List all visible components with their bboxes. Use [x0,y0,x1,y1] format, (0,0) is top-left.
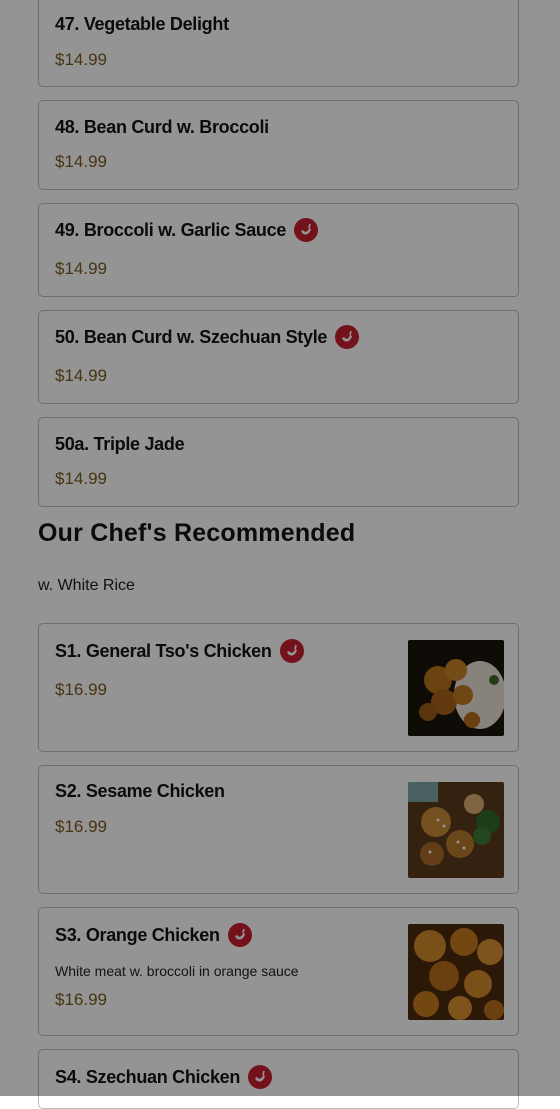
item-name: 49. Broccoli w. Garlic Sauce [55,218,319,242]
spicy-pepper-icon [227,923,252,947]
item-price: $16.99 [55,817,107,836]
general-tsos-chicken-photo[interactable] [408,640,504,736]
item-name-text: S2. Sesame Chicken [55,781,225,801]
item-name-text: S1. General Tso's Chicken [55,640,272,661]
item-name-text: S3. Orange Chicken [55,924,220,945]
item-name: 47. Vegetable Delight [55,14,229,34]
item-price: $14.99 [55,50,107,69]
menu-item-card[interactable]: 47. Vegetable Delight $14.99 [38,0,519,87]
item-name-text: 48. Bean Curd w. Broccoli [55,117,269,137]
spicy-pepper-icon [294,218,319,242]
menu-item-card[interactable]: 50a. Triple Jade $14.99 [38,417,519,507]
section-title: Our Chef's Recommended [38,519,356,547]
item-name: 50a. Triple Jade [55,434,185,455]
menu-item-card[interactable]: S4. Szechuan Chicken [38,1049,519,1109]
menu-item-card[interactable]: 49. Broccoli w. Garlic Sauce $14.99 [38,203,519,297]
menu-page: 47. Vegetable Delight $14.99 48. Bean Cu… [0,0,560,1109]
item-name: S4. Szechuan Chicken [55,1065,273,1089]
spicy-pepper-icon [248,1065,273,1089]
item-price: $14.99 [55,469,107,488]
item-price: $14.99 [55,152,107,171]
menu-item-card[interactable]: S3. Orange Chicken White meat w. broccol… [38,907,519,1036]
item-name-text: 50. Bean Curd w. Szechuan Style [55,326,328,347]
item-description: White meat w. broccoli in orange sauce [55,963,299,979]
menu-item-card[interactable]: 48. Bean Curd w. Broccoli $14.99 [38,100,519,190]
item-name-text: S4. Szechuan Chicken [55,1066,241,1087]
item-price: $14.99 [55,366,107,385]
item-name: 48. Bean Curd w. Broccoli [55,117,269,138]
spicy-pepper-icon [335,325,360,349]
sesame-chicken-photo[interactable] [408,782,504,878]
item-name: S1. General Tso's Chicken [55,639,304,663]
item-name: S3. Orange Chicken [55,923,252,947]
item-name-text: 50a. Triple Jade [55,434,185,454]
menu-item-card[interactable]: S2. Sesame Chicken $16.99 [38,765,519,894]
item-price: $16.99 [55,680,107,699]
orange-chicken-photo[interactable] [408,924,504,1020]
item-price: $16.99 [55,990,107,1009]
menu-item-card[interactable]: S1. General Tso's Chicken $16.99 [38,623,519,752]
item-price: $14.99 [55,259,107,278]
menu-item-card[interactable]: 50. Bean Curd w. Szechuan Style $14.99 [38,310,519,404]
item-name-text: 49. Broccoli w. Garlic Sauce [55,219,287,240]
item-name: S2. Sesame Chicken [55,781,225,802]
spicy-pepper-icon [279,639,304,663]
item-name: 50. Bean Curd w. Szechuan Style [55,325,360,349]
section-subtitle: w. White Rice [38,577,135,594]
